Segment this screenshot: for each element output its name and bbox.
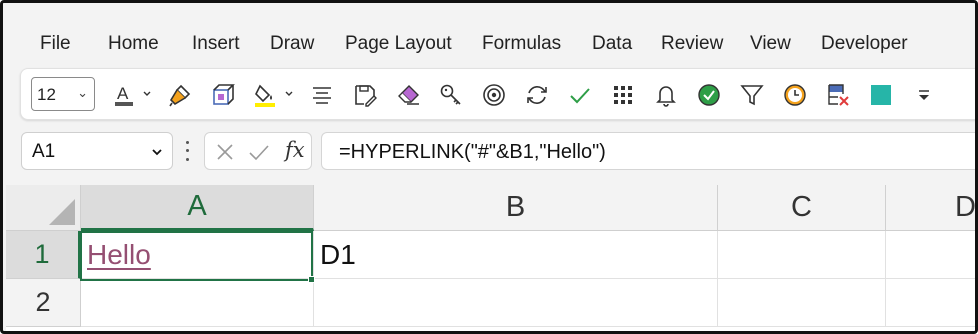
cell-d2[interactable] (886, 279, 975, 327)
check-circle-icon (698, 84, 720, 106)
fill-square-button[interactable] (865, 79, 897, 111)
grid-icon (614, 86, 632, 104)
paintbrush-icon (169, 84, 191, 107)
formula-bar[interactable]: =HYPERLINK("#"&B1,"Hello") (321, 132, 975, 170)
customize-toolbar-button[interactable] (908, 79, 940, 111)
menu-data[interactable]: Data (592, 33, 632, 55)
filter-icon (740, 85, 764, 106)
accept-button[interactable] (564, 79, 596, 111)
cancel-icon[interactable] (213, 140, 237, 164)
menu-review[interactable]: Review (661, 33, 723, 55)
insert-function-button[interactable]: fx (285, 138, 305, 162)
chevron-down-icon: ⌄ (77, 85, 88, 100)
square-icon (871, 85, 891, 105)
menu-developer[interactable]: Developer (821, 33, 908, 55)
row-header-2[interactable]: 2 (6, 279, 81, 327)
cell-b1[interactable]: D1 (314, 231, 718, 279)
menu-formulas[interactable]: Formulas (482, 33, 561, 55)
font-size-select[interactable]: 12 ⌄ (31, 77, 95, 111)
cell-b2[interactable] (314, 279, 718, 327)
grid-button[interactable] (607, 79, 639, 111)
key-icon (440, 84, 461, 105)
menu-draw[interactable]: Draw (270, 33, 314, 55)
align-button[interactable] (306, 79, 338, 111)
delete-sheet-icon (828, 84, 849, 106)
row-header-1[interactable]: 1 (6, 231, 81, 279)
checkmark-icon (570, 88, 590, 104)
font-color-button[interactable]: A (108, 79, 140, 111)
formula-buttons: fx (204, 132, 312, 170)
3d-model-button[interactable] (206, 79, 238, 111)
name-box[interactable]: A1 (21, 132, 173, 170)
formula-text: =HYPERLINK("#"&B1,"Hello") (339, 141, 606, 163)
fill-color-button[interactable] (249, 79, 281, 111)
eraser-icon (398, 85, 419, 105)
menu-page-layout[interactable]: Page Layout (345, 33, 452, 55)
paint-bucket-icon (255, 84, 275, 107)
clock-button[interactable] (779, 79, 811, 111)
enter-check-icon[interactable] (247, 140, 271, 164)
chevron-down-icon[interactable] (283, 87, 295, 101)
overflow-chevron-icon (919, 90, 929, 100)
select-all-button[interactable] (6, 185, 81, 231)
chevron-down-icon[interactable] (150, 145, 164, 159)
fill-handle[interactable] (308, 276, 315, 283)
chevron-down-icon[interactable] (141, 87, 153, 101)
spreadsheet-grid: A B C D 1 2 Hello D1 (6, 185, 975, 331)
name-box-value: A1 (32, 141, 56, 162)
quick-toolbar: 12 ⌄ A (20, 68, 975, 120)
font-color-icon: A (115, 84, 133, 106)
cell-c1[interactable] (718, 231, 886, 279)
menu-view[interactable]: View (750, 33, 791, 55)
refresh-icon (527, 86, 547, 104)
column-header-a[interactable]: A (81, 185, 314, 231)
column-header-d[interactable]: D (886, 185, 975, 231)
refresh-button[interactable] (521, 79, 553, 111)
notification-button[interactable] (650, 79, 682, 111)
cell-d1[interactable] (886, 231, 975, 279)
clock-icon (784, 84, 806, 106)
cell-c2[interactable] (718, 279, 886, 327)
menu-insert[interactable]: Insert (192, 33, 240, 55)
target-icon (483, 84, 505, 106)
menu-bar: File Home Insert Draw Page Layout Formul… (3, 3, 975, 63)
check-circle-button[interactable] (693, 79, 725, 111)
format-painter-button[interactable] (164, 79, 196, 111)
save-as-button[interactable] (349, 79, 381, 111)
cell-a1-hyperlink[interactable]: Hello (81, 231, 314, 279)
target-button[interactable] (478, 79, 510, 111)
menu-home[interactable]: Home (108, 33, 159, 55)
delete-sheet-button[interactable] (822, 79, 854, 111)
bell-icon (656, 86, 676, 107)
cell-a2[interactable] (81, 279, 314, 327)
font-size-value: 12 (37, 85, 56, 104)
drag-handle[interactable] (182, 138, 192, 164)
save-edit-icon (355, 85, 377, 107)
column-header-b[interactable]: B (314, 185, 718, 231)
align-center-icon (313, 87, 331, 104)
svg-text:A: A (117, 84, 129, 103)
filter-button[interactable] (736, 79, 768, 111)
column-header-c[interactable]: C (718, 185, 886, 231)
protect-button[interactable] (435, 79, 467, 111)
cube-icon (213, 84, 235, 105)
clear-button[interactable] (393, 79, 425, 111)
excel-window: File Home Insert Draw Page Layout Formul… (0, 0, 978, 334)
menu-file[interactable]: File (40, 33, 71, 55)
